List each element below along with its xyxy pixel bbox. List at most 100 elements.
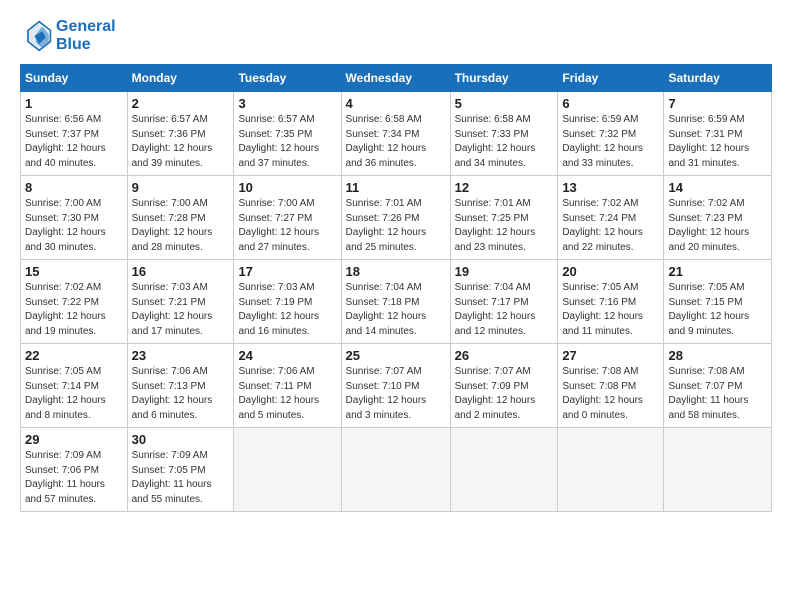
week-row-0: 1Sunrise: 6:56 AM Sunset: 7:37 PM Daylig… bbox=[21, 92, 772, 176]
calendar-cell: 27Sunrise: 7:08 AM Sunset: 7:08 PM Dayli… bbox=[558, 344, 664, 428]
day-number: 7 bbox=[668, 96, 767, 111]
day-number: 2 bbox=[132, 96, 230, 111]
day-number: 23 bbox=[132, 348, 230, 363]
day-number: 3 bbox=[238, 96, 336, 111]
day-number: 14 bbox=[668, 180, 767, 195]
day-number: 16 bbox=[132, 264, 230, 279]
calendar-cell: 19 Sunrise: 7:04 AM Sunset: 7:17 PM Dayli… bbox=[450, 260, 558, 344]
calendar: SundayMondayTuesdayWednesdayThursdayFrid… bbox=[20, 64, 772, 512]
weekday-saturday: Saturday bbox=[664, 65, 772, 92]
day-info: Sunrise: 7:07 AM Sunset: 7:10 PM Dayligh… bbox=[346, 365, 446, 423]
day-number: 5 bbox=[455, 96, 554, 111]
day-info: Sunrise: 7:00 AM Sunset: 7:28 PM Dayligh… bbox=[132, 197, 230, 255]
calendar-cell: 23 Sunrise: 7:06 AM Sunset: 7:13 PM Dayli… bbox=[127, 344, 234, 428]
day-info: Sunrise: 7:04 AM Sunset: 7:18 PM Dayligh… bbox=[346, 281, 446, 339]
calendar-cell: 21Sunrise: 7:05 AM Sunset: 7:15 PM Dayli… bbox=[664, 260, 772, 344]
week-row-2: 15 Sunrise: 7:02 AM Sunset: 7:22 PM Dayli… bbox=[21, 260, 772, 344]
weekday-sunday: Sunday bbox=[21, 65, 128, 92]
day-info: Sunrise: 7:08 AM Sunset: 7:07 PM Dayligh… bbox=[668, 365, 767, 423]
day-number: 29 bbox=[25, 432, 123, 447]
day-info: Sunrise: 7:03 AM Sunset: 7:19 PM Dayligh… bbox=[238, 281, 336, 339]
page: General Blue SundayMondayTuesdayWednesda… bbox=[0, 0, 792, 612]
logo-icon bbox=[20, 20, 52, 52]
day-info: Sunrise: 6:59 AM Sunset: 7:32 PM Dayligh… bbox=[562, 113, 659, 171]
day-number: 10 bbox=[238, 180, 336, 195]
calendar-cell: 1Sunrise: 6:56 AM Sunset: 7:37 PM Daylig… bbox=[21, 92, 128, 176]
calendar-cell: 2 Sunrise: 6:57 AM Sunset: 7:36 PM Daylig… bbox=[127, 92, 234, 176]
calendar-cell: 17 Sunrise: 7:03 AM Sunset: 7:19 PM Dayli… bbox=[234, 260, 341, 344]
calendar-cell: 22Sunrise: 7:05 AM Sunset: 7:14 PM Dayli… bbox=[21, 344, 128, 428]
weekday-friday: Friday bbox=[558, 65, 664, 92]
calendar-cell: 11Sunrise: 7:01 AM Sunset: 7:26 PM Dayli… bbox=[341, 176, 450, 260]
calendar-cell: 12 Sunrise: 7:01 AM Sunset: 7:25 PM Dayli… bbox=[450, 176, 558, 260]
day-info: Sunrise: 7:02 AM Sunset: 7:23 PM Dayligh… bbox=[668, 197, 767, 255]
day-number: 6 bbox=[562, 96, 659, 111]
calendar-cell: 30 Sunrise: 7:09 AM Sunset: 7:05 PM Dayli… bbox=[127, 428, 234, 512]
calendar-cell: 5 Sunrise: 6:58 AM Sunset: 7:33 PM Daylig… bbox=[450, 92, 558, 176]
day-number: 17 bbox=[238, 264, 336, 279]
day-number: 18 bbox=[346, 264, 446, 279]
day-info: Sunrise: 6:57 AM Sunset: 7:36 PM Dayligh… bbox=[132, 113, 230, 171]
calendar-cell bbox=[341, 428, 450, 512]
day-number: 1 bbox=[25, 96, 123, 111]
day-number: 27 bbox=[562, 348, 659, 363]
logo: General Blue bbox=[20, 18, 116, 54]
day-info: Sunrise: 7:06 AM Sunset: 7:11 PM Dayligh… bbox=[238, 365, 336, 423]
day-number: 15 bbox=[25, 264, 123, 279]
calendar-cell: 3 Sunrise: 6:57 AM Sunset: 7:35 PM Daylig… bbox=[234, 92, 341, 176]
calendar-cell: 14 Sunrise: 7:02 AM Sunset: 7:23 PM Dayli… bbox=[664, 176, 772, 260]
calendar-cell: 26 Sunrise: 7:07 AM Sunset: 7:09 PM Dayli… bbox=[450, 344, 558, 428]
day-number: 24 bbox=[238, 348, 336, 363]
day-info: Sunrise: 7:06 AM Sunset: 7:13 PM Dayligh… bbox=[132, 365, 230, 423]
day-number: 13 bbox=[562, 180, 659, 195]
header: General Blue bbox=[20, 18, 772, 54]
day-info: Sunrise: 7:03 AM Sunset: 7:21 PM Dayligh… bbox=[132, 281, 230, 339]
day-info: Sunrise: 7:01 AM Sunset: 7:26 PM Dayligh… bbox=[346, 197, 446, 255]
week-row-1: 8 Sunrise: 7:00 AM Sunset: 7:30 PM Daylig… bbox=[21, 176, 772, 260]
day-info: Sunrise: 7:07 AM Sunset: 7:09 PM Dayligh… bbox=[455, 365, 554, 423]
calendar-cell: 4Sunrise: 6:58 AM Sunset: 7:34 PM Daylig… bbox=[341, 92, 450, 176]
calendar-cell: 29Sunrise: 7:09 AM Sunset: 7:06 PM Dayli… bbox=[21, 428, 128, 512]
calendar-cell: 20Sunrise: 7:05 AM Sunset: 7:16 PM Dayli… bbox=[558, 260, 664, 344]
day-info: Sunrise: 7:01 AM Sunset: 7:25 PM Dayligh… bbox=[455, 197, 554, 255]
day-info: Sunrise: 7:09 AM Sunset: 7:05 PM Dayligh… bbox=[132, 449, 230, 507]
day-info: Sunrise: 7:04 AM Sunset: 7:17 PM Dayligh… bbox=[455, 281, 554, 339]
calendar-cell bbox=[558, 428, 664, 512]
week-row-3: 22Sunrise: 7:05 AM Sunset: 7:14 PM Dayli… bbox=[21, 344, 772, 428]
day-info: Sunrise: 6:59 AM Sunset: 7:31 PM Dayligh… bbox=[668, 113, 767, 171]
calendar-cell: 8 Sunrise: 7:00 AM Sunset: 7:30 PM Daylig… bbox=[21, 176, 128, 260]
day-info: Sunrise: 7:05 AM Sunset: 7:15 PM Dayligh… bbox=[668, 281, 767, 339]
calendar-cell: 13Sunrise: 7:02 AM Sunset: 7:24 PM Dayli… bbox=[558, 176, 664, 260]
calendar-cell bbox=[450, 428, 558, 512]
logo-text: General Blue bbox=[56, 18, 116, 54]
day-number: 9 bbox=[132, 180, 230, 195]
day-number: 12 bbox=[455, 180, 554, 195]
week-row-4: 29Sunrise: 7:09 AM Sunset: 7:06 PM Dayli… bbox=[21, 428, 772, 512]
day-info: Sunrise: 7:00 AM Sunset: 7:30 PM Dayligh… bbox=[25, 197, 123, 255]
calendar-cell: 16 Sunrise: 7:03 AM Sunset: 7:21 PM Dayli… bbox=[127, 260, 234, 344]
calendar-cell bbox=[664, 428, 772, 512]
day-info: Sunrise: 6:58 AM Sunset: 7:33 PM Dayligh… bbox=[455, 113, 554, 171]
day-number: 26 bbox=[455, 348, 554, 363]
day-number: 30 bbox=[132, 432, 230, 447]
calendar-cell: 6 Sunrise: 6:59 AM Sunset: 7:32 PM Daylig… bbox=[558, 92, 664, 176]
weekday-wednesday: Wednesday bbox=[341, 65, 450, 92]
day-info: Sunrise: 6:58 AM Sunset: 7:34 PM Dayligh… bbox=[346, 113, 446, 171]
calendar-body: 1Sunrise: 6:56 AM Sunset: 7:37 PM Daylig… bbox=[21, 92, 772, 512]
day-info: Sunrise: 7:02 AM Sunset: 7:22 PM Dayligh… bbox=[25, 281, 123, 339]
day-info: Sunrise: 7:05 AM Sunset: 7:16 PM Dayligh… bbox=[562, 281, 659, 339]
calendar-cell: 7 Sunrise: 6:59 AM Sunset: 7:31 PM Daylig… bbox=[664, 92, 772, 176]
day-number: 8 bbox=[25, 180, 123, 195]
calendar-cell: 28Sunrise: 7:08 AM Sunset: 7:07 PM Dayli… bbox=[664, 344, 772, 428]
day-info: Sunrise: 7:05 AM Sunset: 7:14 PM Dayligh… bbox=[25, 365, 123, 423]
calendar-cell: 25Sunrise: 7:07 AM Sunset: 7:10 PM Dayli… bbox=[341, 344, 450, 428]
calendar-cell: 15 Sunrise: 7:02 AM Sunset: 7:22 PM Dayli… bbox=[21, 260, 128, 344]
day-info: Sunrise: 6:57 AM Sunset: 7:35 PM Dayligh… bbox=[238, 113, 336, 171]
calendar-cell bbox=[234, 428, 341, 512]
calendar-cell: 18 Sunrise: 7:04 AM Sunset: 7:18 PM Dayli… bbox=[341, 260, 450, 344]
weekday-tuesday: Tuesday bbox=[234, 65, 341, 92]
day-number: 19 bbox=[455, 264, 554, 279]
calendar-cell: 24 Sunrise: 7:06 AM Sunset: 7:11 PM Dayli… bbox=[234, 344, 341, 428]
day-info: Sunrise: 7:00 AM Sunset: 7:27 PM Dayligh… bbox=[238, 197, 336, 255]
weekday-header: SundayMondayTuesdayWednesdayThursdayFrid… bbox=[21, 65, 772, 92]
